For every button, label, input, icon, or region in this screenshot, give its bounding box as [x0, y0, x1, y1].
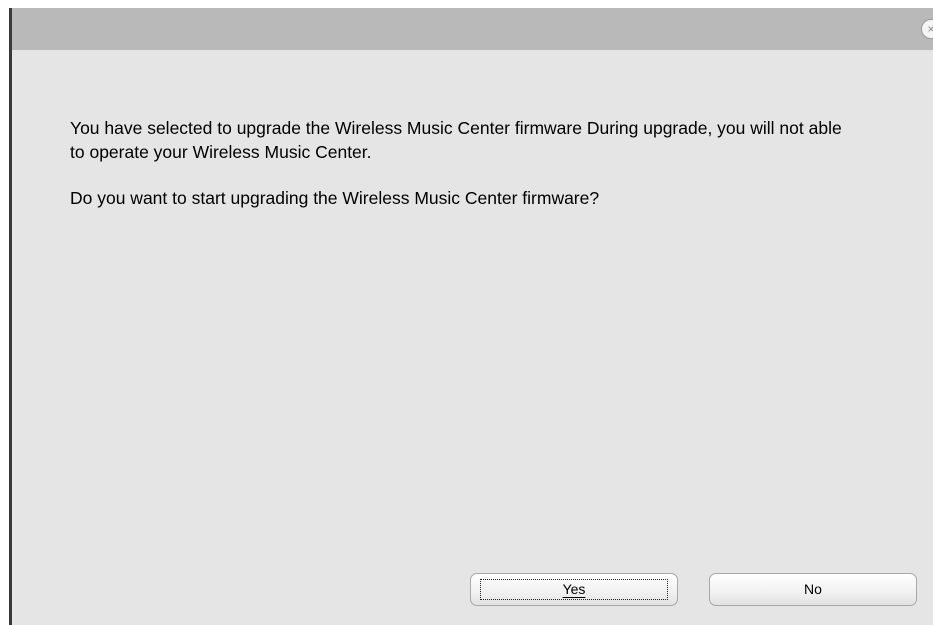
dialog-titlebar: ×	[12, 8, 933, 50]
close-icon: ×	[927, 22, 933, 36]
message-paragraph-question: Do you want to start upgrading the Wirel…	[70, 188, 600, 208]
yes-button-label: Yes	[562, 581, 586, 597]
upgrade-confirm-dialog: × You have selected to upgrade the Wirel…	[9, 8, 933, 625]
yes-button[interactable]: Yes	[470, 573, 678, 606]
message-paragraph-warning: You have selected to upgrade the Wireles…	[70, 118, 842, 162]
dialog-message: You have selected to upgrade the Wireles…	[70, 116, 860, 210]
no-button[interactable]: No	[709, 573, 917, 606]
no-button-label: No	[804, 581, 822, 597]
screen: × You have selected to upgrade the Wirel…	[0, 0, 933, 625]
close-button[interactable]: ×	[921, 19, 933, 39]
